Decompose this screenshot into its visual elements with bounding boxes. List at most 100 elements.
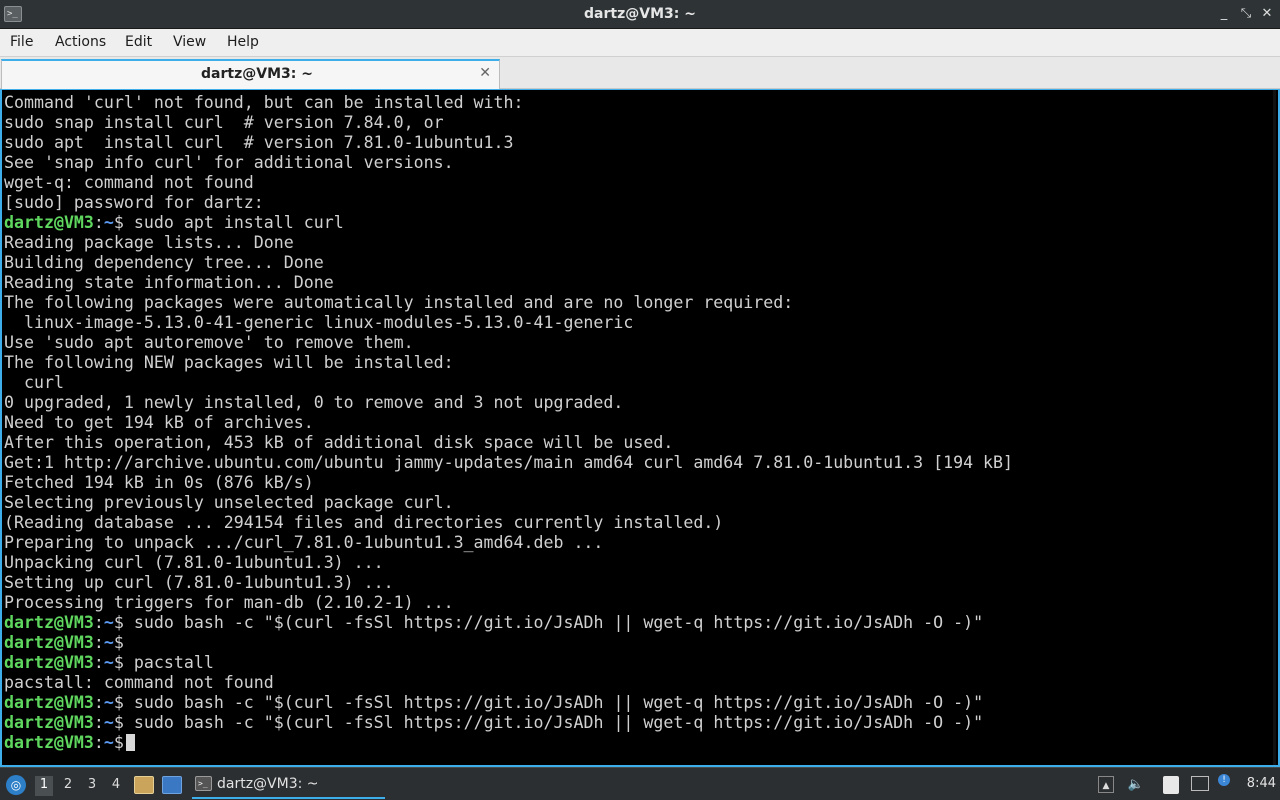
prompt-colon: : xyxy=(93,613,104,632)
prompt-path: ~ xyxy=(103,613,114,632)
terminal-line: Fetched 194 kB in 0s (876 kB/s) xyxy=(4,473,314,492)
menu-edit[interactable]: Edit xyxy=(125,34,152,50)
menu-actions[interactable]: Actions xyxy=(55,34,106,50)
command-text: pacstall xyxy=(123,653,214,672)
prompt-dollar: $ xyxy=(113,653,124,672)
terminal-line: dartz@VM3:~$ sudo bash -c "$(curl -fsSl … xyxy=(4,693,1013,713)
terminal-line: Selecting previously unselected package … xyxy=(4,493,454,512)
tab-terminal[interactable]: dartz@VM3: ~ ✕ xyxy=(1,59,500,89)
start-menu-icon[interactable]: ◎ xyxy=(6,775,26,795)
terminal-line: dartz@VM3:~$ pacstall xyxy=(4,653,1013,673)
network-icon[interactable] xyxy=(1191,776,1209,791)
volume-icon[interactable]: 🔈 xyxy=(1127,776,1145,794)
prompt-colon: : xyxy=(93,713,104,732)
terminal-line: Need to get 194 kB of archives. xyxy=(4,413,314,432)
terminal-scrollbar[interactable] xyxy=(1273,90,1276,765)
terminal-line: Unpacking curl (7.81.0-1ubuntu1.3) ... xyxy=(4,553,384,572)
prompt-user: dartz@VM3 xyxy=(4,633,94,652)
terminal-line: Processing triggers for man-db (2.10.2-1… xyxy=(4,593,454,612)
clipboard-icon[interactable] xyxy=(1163,776,1179,794)
terminal-line: [sudo] password for dartz: xyxy=(4,193,264,212)
minimize-button[interactable]: _ xyxy=(1216,6,1232,22)
terminal-line: See 'snap info curl' for additional vers… xyxy=(4,153,454,172)
workspace-4[interactable]: 4 xyxy=(107,776,125,796)
command-text: sudo bash -c "$(curl -fsSl https://git.i… xyxy=(123,713,984,732)
tab-close-icon[interactable]: ✕ xyxy=(479,65,491,81)
prompt-colon: : xyxy=(93,213,104,232)
terminal-line: pacstall: command not found xyxy=(4,673,274,692)
show-desktop-icon[interactable] xyxy=(162,776,182,794)
file-manager-icon[interactable] xyxy=(134,776,154,794)
prompt-dollar: $ xyxy=(113,713,124,732)
terminal-task-icon: >_ xyxy=(195,776,212,791)
window-title: dartz@VM3: ~ xyxy=(584,6,696,22)
prompt-colon: : xyxy=(93,633,104,652)
terminal-line: wget-q: command not found xyxy=(4,173,254,192)
workspace-3[interactable]: 3 xyxy=(83,776,101,796)
terminal-view[interactable]: Command 'curl' not found, but can be ins… xyxy=(0,89,1280,767)
prompt-user: dartz@VM3 xyxy=(4,613,94,632)
task-label: dartz@VM3: ~ xyxy=(217,776,319,792)
terminal-line: Use 'sudo apt autoremove' to remove them… xyxy=(4,333,414,352)
close-button[interactable]: ✕ xyxy=(1259,6,1275,22)
prompt-path: ~ xyxy=(103,653,114,672)
terminal-line: sudo apt install curl # version 7.81.0-1… xyxy=(4,133,514,152)
prompt-path: ~ xyxy=(103,213,114,232)
prompt-user: dartz@VM3 xyxy=(4,713,94,732)
terminal-line: Preparing to unpack .../curl_7.81.0-1ubu… xyxy=(4,533,604,552)
tab-label: dartz@VM3: ~ xyxy=(201,66,313,82)
prompt-user: dartz@VM3 xyxy=(4,213,94,232)
maximize-button[interactable]: ⤡ xyxy=(1238,6,1254,22)
prompt-path: ~ xyxy=(103,633,114,652)
command-text: sudo bash -c "$(curl -fsSl https://git.i… xyxy=(123,613,984,632)
terminal-line: (Reading database ... 294154 files and d… xyxy=(4,513,724,532)
prompt-dollar: $ xyxy=(113,613,124,632)
terminal-line: Command 'curl' not found, but can be ins… xyxy=(4,93,524,112)
prompt-user: dartz@VM3 xyxy=(4,653,94,672)
prompt-colon: : xyxy=(93,693,104,712)
command-text: sudo apt install curl xyxy=(123,213,344,232)
prompt-user: dartz@VM3 xyxy=(4,693,94,712)
terminal-line: curl xyxy=(4,373,64,392)
menu-bar: File Actions Edit View Help xyxy=(0,29,1280,57)
notification-tray-icon[interactable]: ▲ xyxy=(1098,776,1114,793)
terminal-line: dartz@VM3:~$ sudo bash -c "$(curl -fsSl … xyxy=(4,613,1013,633)
terminal-line: Setting up curl (7.81.0-1ubuntu1.3) ... xyxy=(4,573,394,592)
clock[interactable]: 8:44 xyxy=(1247,776,1276,791)
prompt-dollar: $ xyxy=(113,693,124,712)
prompt-colon: : xyxy=(93,653,104,672)
terminal-line: Building dependency tree... Done xyxy=(4,253,324,272)
prompt-dollar: $ xyxy=(113,633,124,652)
window-titlebar[interactable]: >_ dartz@VM3: ~ _ ⤡ ✕ xyxy=(0,0,1280,29)
menu-view[interactable]: View xyxy=(173,34,206,50)
prompt-path: ~ xyxy=(103,713,114,732)
terminal-line: Get:1 http://archive.ubuntu.com/ubuntu j… xyxy=(4,453,1014,472)
terminal-line: Reading state information... Done xyxy=(4,273,334,292)
terminal-line: 0 upgraded, 1 newly installed, 0 to remo… xyxy=(4,393,624,412)
terminal-line: The following NEW packages will be insta… xyxy=(4,353,454,372)
terminal-line: dartz@VM3:~$ sudo apt install curl xyxy=(4,213,1013,233)
menu-help[interactable]: Help xyxy=(227,34,259,50)
terminal-output: Command 'curl' not found, but can be ins… xyxy=(4,93,1013,753)
text-cursor[interactable] xyxy=(125,734,135,751)
terminal-line: linux-image-5.13.0-41-generic linux-modu… xyxy=(4,313,634,332)
prompt-dollar: $ xyxy=(113,213,124,232)
command-text: sudo bash -c "$(curl -fsSl https://git.i… xyxy=(123,693,984,712)
prompt-path: ~ xyxy=(103,693,114,712)
taskbar-terminal-task[interactable]: >_ dartz@VM3: ~ xyxy=(192,771,385,799)
terminal-line: dartz@VM3:~$ xyxy=(4,733,1013,753)
menu-file[interactable]: File xyxy=(10,34,33,50)
taskbar: ◎ 1 2 3 4 >_ dartz@VM3: ~ ▲ 🔈 ! 8:44 xyxy=(0,767,1280,800)
workspace-1[interactable]: 1 xyxy=(35,776,53,796)
terminal-line: Reading package lists... Done xyxy=(4,233,294,252)
workspace-2[interactable]: 2 xyxy=(59,776,77,796)
terminal-line: dartz@VM3:~$ xyxy=(4,633,1013,653)
prompt-colon: : xyxy=(93,733,104,752)
terminal-line: dartz@VM3:~$ sudo bash -c "$(curl -fsSl … xyxy=(4,713,1013,733)
tab-bar: dartz@VM3: ~ ✕ xyxy=(0,57,1280,89)
terminal-line: The following packages were automaticall… xyxy=(4,293,794,312)
prompt-user: dartz@VM3 xyxy=(4,733,94,752)
terminal-line: After this operation, 453 kB of addition… xyxy=(4,433,674,452)
prompt-path: ~ xyxy=(103,733,114,752)
update-notifier-icon[interactable]: ! xyxy=(1218,774,1230,786)
